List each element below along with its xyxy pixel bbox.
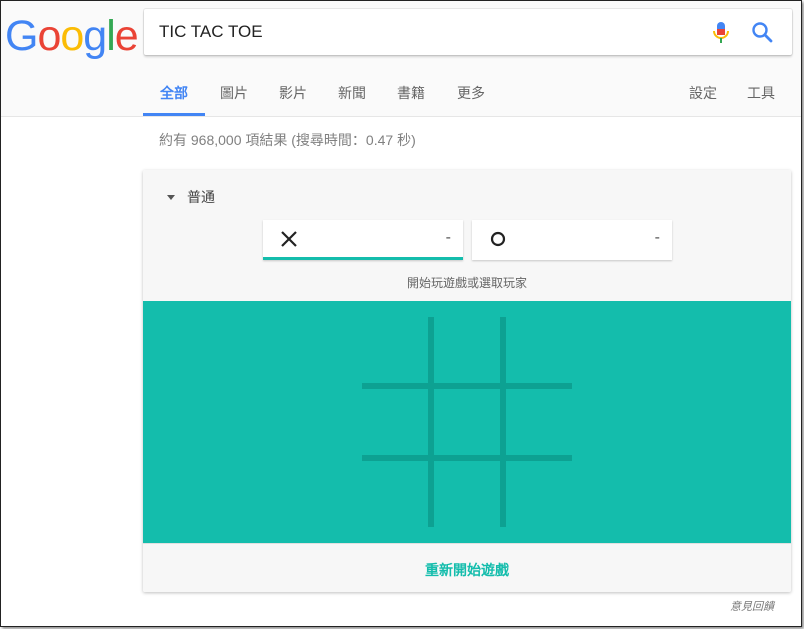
logo-letter: G — [5, 12, 38, 60]
game-header: 普通 - - 開始玩遊戲或選取玩家 — [143, 170, 791, 301]
search-tabs: 全部 圖片 影片 新聞 書籍 更多 設定 工具 — [1, 71, 801, 116]
game-footer: 重新開始遊戲 — [143, 543, 791, 592]
board-grid — [362, 317, 572, 527]
tab-books[interactable]: 書籍 — [389, 71, 433, 116]
search-input[interactable] — [159, 21, 679, 43]
tic-tac-toe-card: 普通 - - 開始玩遊戲或選取玩家 重新開始遊戲 — [143, 170, 791, 592]
tab-all[interactable]: 全部 — [143, 71, 205, 116]
browser-frame: Google 全部 圖片 影片 新聞 書籍 更多 設定 工具 — [0, 0, 802, 627]
logo-letter: e — [114, 12, 139, 60]
game-hint: 開始玩遊戲或選取玩家 — [406, 276, 527, 290]
board-cell[interactable] — [502, 387, 572, 457]
player-o-card[interactable]: - — [472, 220, 672, 260]
o-mark-icon — [490, 231, 506, 247]
tab-news[interactable]: 新聞 — [330, 71, 374, 116]
dropdown-caret-icon — [167, 195, 175, 200]
player-x-card[interactable]: - — [263, 220, 463, 260]
x-mark-icon — [281, 231, 297, 247]
board-cell[interactable] — [362, 457, 432, 527]
google-logo[interactable]: Google — [5, 11, 139, 61]
board-cell[interactable] — [502, 457, 572, 527]
search-box — [144, 9, 792, 55]
tab-settings[interactable]: 設定 — [681, 71, 725, 116]
logo-letter: g — [83, 12, 107, 60]
game-board — [143, 301, 791, 543]
logo-letter: o — [60, 12, 84, 60]
difficulty-label: 普通 — [187, 189, 215, 205]
player-x-score: - — [445, 229, 451, 246]
tab-tools[interactable]: 工具 — [739, 71, 783, 116]
tab-videos[interactable]: 影片 — [271, 71, 315, 116]
tab-more[interactable]: 更多 — [449, 71, 493, 116]
difficulty-selector[interactable]: 普通 — [167, 187, 215, 207]
board-cell[interactable] — [362, 317, 432, 387]
board-cell[interactable] — [362, 387, 432, 457]
board-cell[interactable] — [432, 317, 502, 387]
feedback-link[interactable]: 意見回饋 — [730, 598, 774, 614]
board-cell[interactable] — [432, 387, 502, 457]
board-cell[interactable] — [502, 317, 572, 387]
search-header: Google 全部 圖片 影片 新聞 書籍 更多 設定 工具 — [1, 1, 801, 117]
restart-game-button[interactable]: 重新開始遊戲 — [143, 560, 791, 580]
logo-letter: l — [106, 12, 116, 60]
result-stats: 約有 968,000 項結果 (搜尋時間：0.47 秒) — [159, 132, 416, 148]
magnifier-icon[interactable] — [750, 20, 774, 44]
board-cell[interactable] — [432, 457, 502, 527]
tab-images[interactable]: 圖片 — [212, 71, 256, 116]
microphone-icon[interactable] — [710, 21, 732, 45]
logo-letter: o — [37, 12, 61, 60]
player-o-score: - — [654, 229, 660, 246]
